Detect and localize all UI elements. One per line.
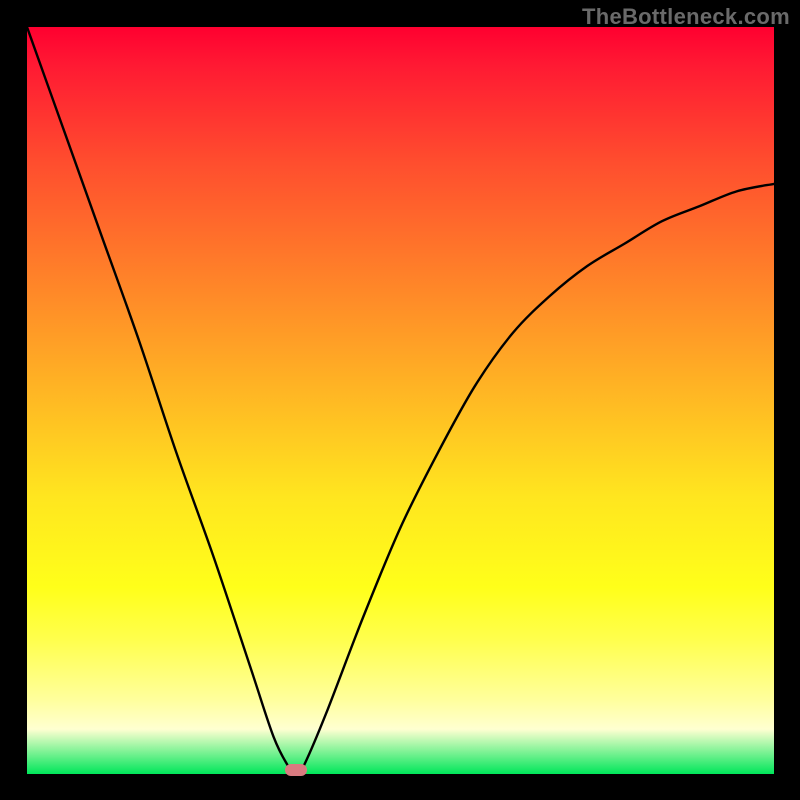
curve-svg (27, 27, 774, 774)
watermark-label: TheBottleneck.com (582, 4, 790, 30)
plot-area (27, 27, 774, 774)
bottleneck-curve (27, 27, 774, 774)
chart-frame: TheBottleneck.com (0, 0, 800, 800)
minimum-marker (285, 764, 307, 776)
